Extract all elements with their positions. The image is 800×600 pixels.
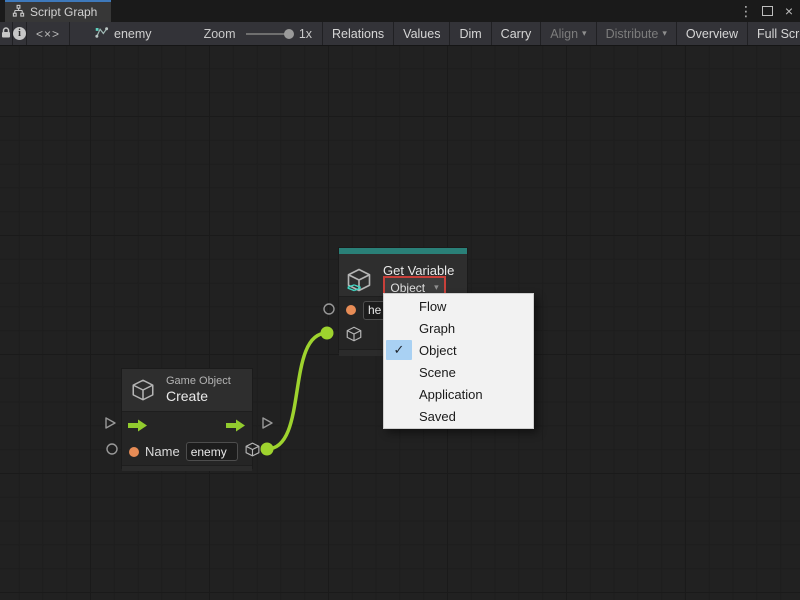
menu-item-label: Flow (419, 299, 446, 314)
tab-title: Script Graph (30, 5, 97, 19)
toolbar-button-overview[interactable]: Overview (677, 22, 748, 45)
menu-gutter (386, 384, 412, 404)
string-port-icon[interactable] (346, 305, 356, 315)
menu-gutter (386, 296, 412, 316)
lock-button[interactable] (0, 22, 13, 45)
button-label: Values (403, 27, 440, 41)
toolbar-button-relations[interactable]: Relations (323, 22, 394, 45)
flow-out-arrow-icon[interactable] (226, 419, 246, 432)
button-label: Overview (686, 27, 738, 41)
button-label: Align (550, 27, 578, 41)
code-icon: <×> (36, 27, 60, 41)
graph-canvas[interactable]: <> Get Variable Object ▾ (0, 46, 800, 600)
flow-in-arrow-icon[interactable] (128, 419, 148, 432)
menu-item-graph[interactable]: Graph (384, 317, 533, 339)
menu-item-label: Scene (419, 365, 456, 380)
graph-toolbar: i <×> enemy Zoom 1x Relations Values (0, 22, 800, 46)
check-icon: ✓ (394, 342, 405, 358)
menu-gutter (386, 362, 412, 382)
button-label: Dim (459, 27, 481, 41)
toolbar-middle-section: enemy Zoom 1x (70, 22, 323, 45)
node-create-game-object[interactable]: Game Object Create Name (121, 368, 253, 469)
menu-item-application[interactable]: Application (384, 383, 533, 405)
node-title: Create (166, 388, 208, 404)
menu-item-label: Saved (419, 409, 456, 424)
menu-item-saved[interactable]: Saved (384, 405, 533, 427)
flow-row (122, 412, 252, 438)
name-value-input[interactable] (186, 442, 238, 461)
button-label: Distribute (606, 27, 659, 41)
scope-dropdown-menu: Flow Graph ✓ Object Scene Application Sa… (383, 293, 534, 429)
menu-item-flow[interactable]: Flow (384, 295, 533, 317)
menu-item-scene[interactable]: Scene (384, 361, 533, 383)
menu-item-label: Graph (419, 321, 455, 336)
hierarchy-icon (12, 4, 25, 20)
toolbar-button-carry[interactable]: Carry (492, 22, 542, 45)
node-subtitle: Game Object (166, 375, 231, 387)
gameobject-cube-icon (130, 377, 156, 408)
menu-item-label: Application (419, 387, 483, 402)
wire-end-port (321, 327, 334, 340)
info-icon: i (13, 27, 26, 40)
wire-start-port (261, 443, 274, 456)
toolbar-button-dim[interactable]: Dim (450, 22, 491, 45)
chevron-down-icon: ▾ (434, 282, 439, 293)
window-menu-icon[interactable]: ⋮ (739, 0, 753, 22)
zoom-value: 1x (299, 27, 312, 41)
menu-checked-gutter: ✓ (386, 340, 412, 360)
graph-icon (94, 26, 109, 42)
toolbar-button-fullscreen[interactable]: Full Screen (748, 22, 800, 45)
chevron-down-icon: ▾ (582, 28, 587, 39)
zoom-slider-handle[interactable] (284, 29, 294, 39)
chevron-down-icon: ▾ (662, 28, 667, 39)
variable-brackets-icon: <> (347, 280, 360, 295)
window-tab-bar: Script Graph ⋮ × (0, 0, 800, 22)
window-controls: ⋮ × (739, 0, 796, 22)
zoom-label: Zoom (204, 27, 236, 41)
button-label: Carry (501, 27, 532, 41)
toolbar-button-values[interactable]: Values (394, 22, 450, 45)
menu-gutter (386, 318, 412, 338)
graph-breadcrumb[interactable]: enemy (94, 26, 152, 42)
toolbar-button-distribute[interactable]: Distribute ▾ (597, 22, 677, 45)
window-close-icon[interactable]: × (782, 0, 796, 22)
info-button[interactable]: i (13, 22, 27, 45)
flow-input-port[interactable] (103, 416, 117, 430)
toolbar-button-align[interactable]: Align ▾ (541, 22, 596, 45)
node-footer (122, 465, 252, 471)
gameobject-cube-icon[interactable] (345, 325, 363, 348)
zoom-slider[interactable] (246, 33, 290, 35)
lock-icon (0, 26, 12, 42)
node-header[interactable]: Game Object Create (122, 369, 252, 412)
name-parameter-row: Name (122, 438, 252, 465)
value-input-port[interactable] (105, 442, 119, 456)
string-port-icon[interactable] (129, 447, 139, 457)
gameobject-output-cube-icon[interactable] (244, 441, 261, 463)
button-label: Relations (332, 27, 384, 41)
menu-item-label: Object (419, 343, 457, 358)
window-maximize-icon[interactable] (762, 6, 773, 16)
menu-item-object[interactable]: ✓ Object (384, 339, 533, 361)
menu-gutter (386, 406, 412, 426)
button-label: Full Screen (757, 27, 800, 41)
graph-breadcrumb-label: enemy (114, 27, 152, 41)
name-input-port[interactable] (322, 302, 336, 316)
name-label: Name (145, 444, 180, 459)
tab-script-graph[interactable]: Script Graph (5, 0, 111, 22)
code-preview-button[interactable]: <×> (27, 22, 70, 45)
flow-output-port[interactable] (260, 416, 274, 430)
node-header[interactable]: <> Get Variable Object ▾ (339, 254, 467, 297)
